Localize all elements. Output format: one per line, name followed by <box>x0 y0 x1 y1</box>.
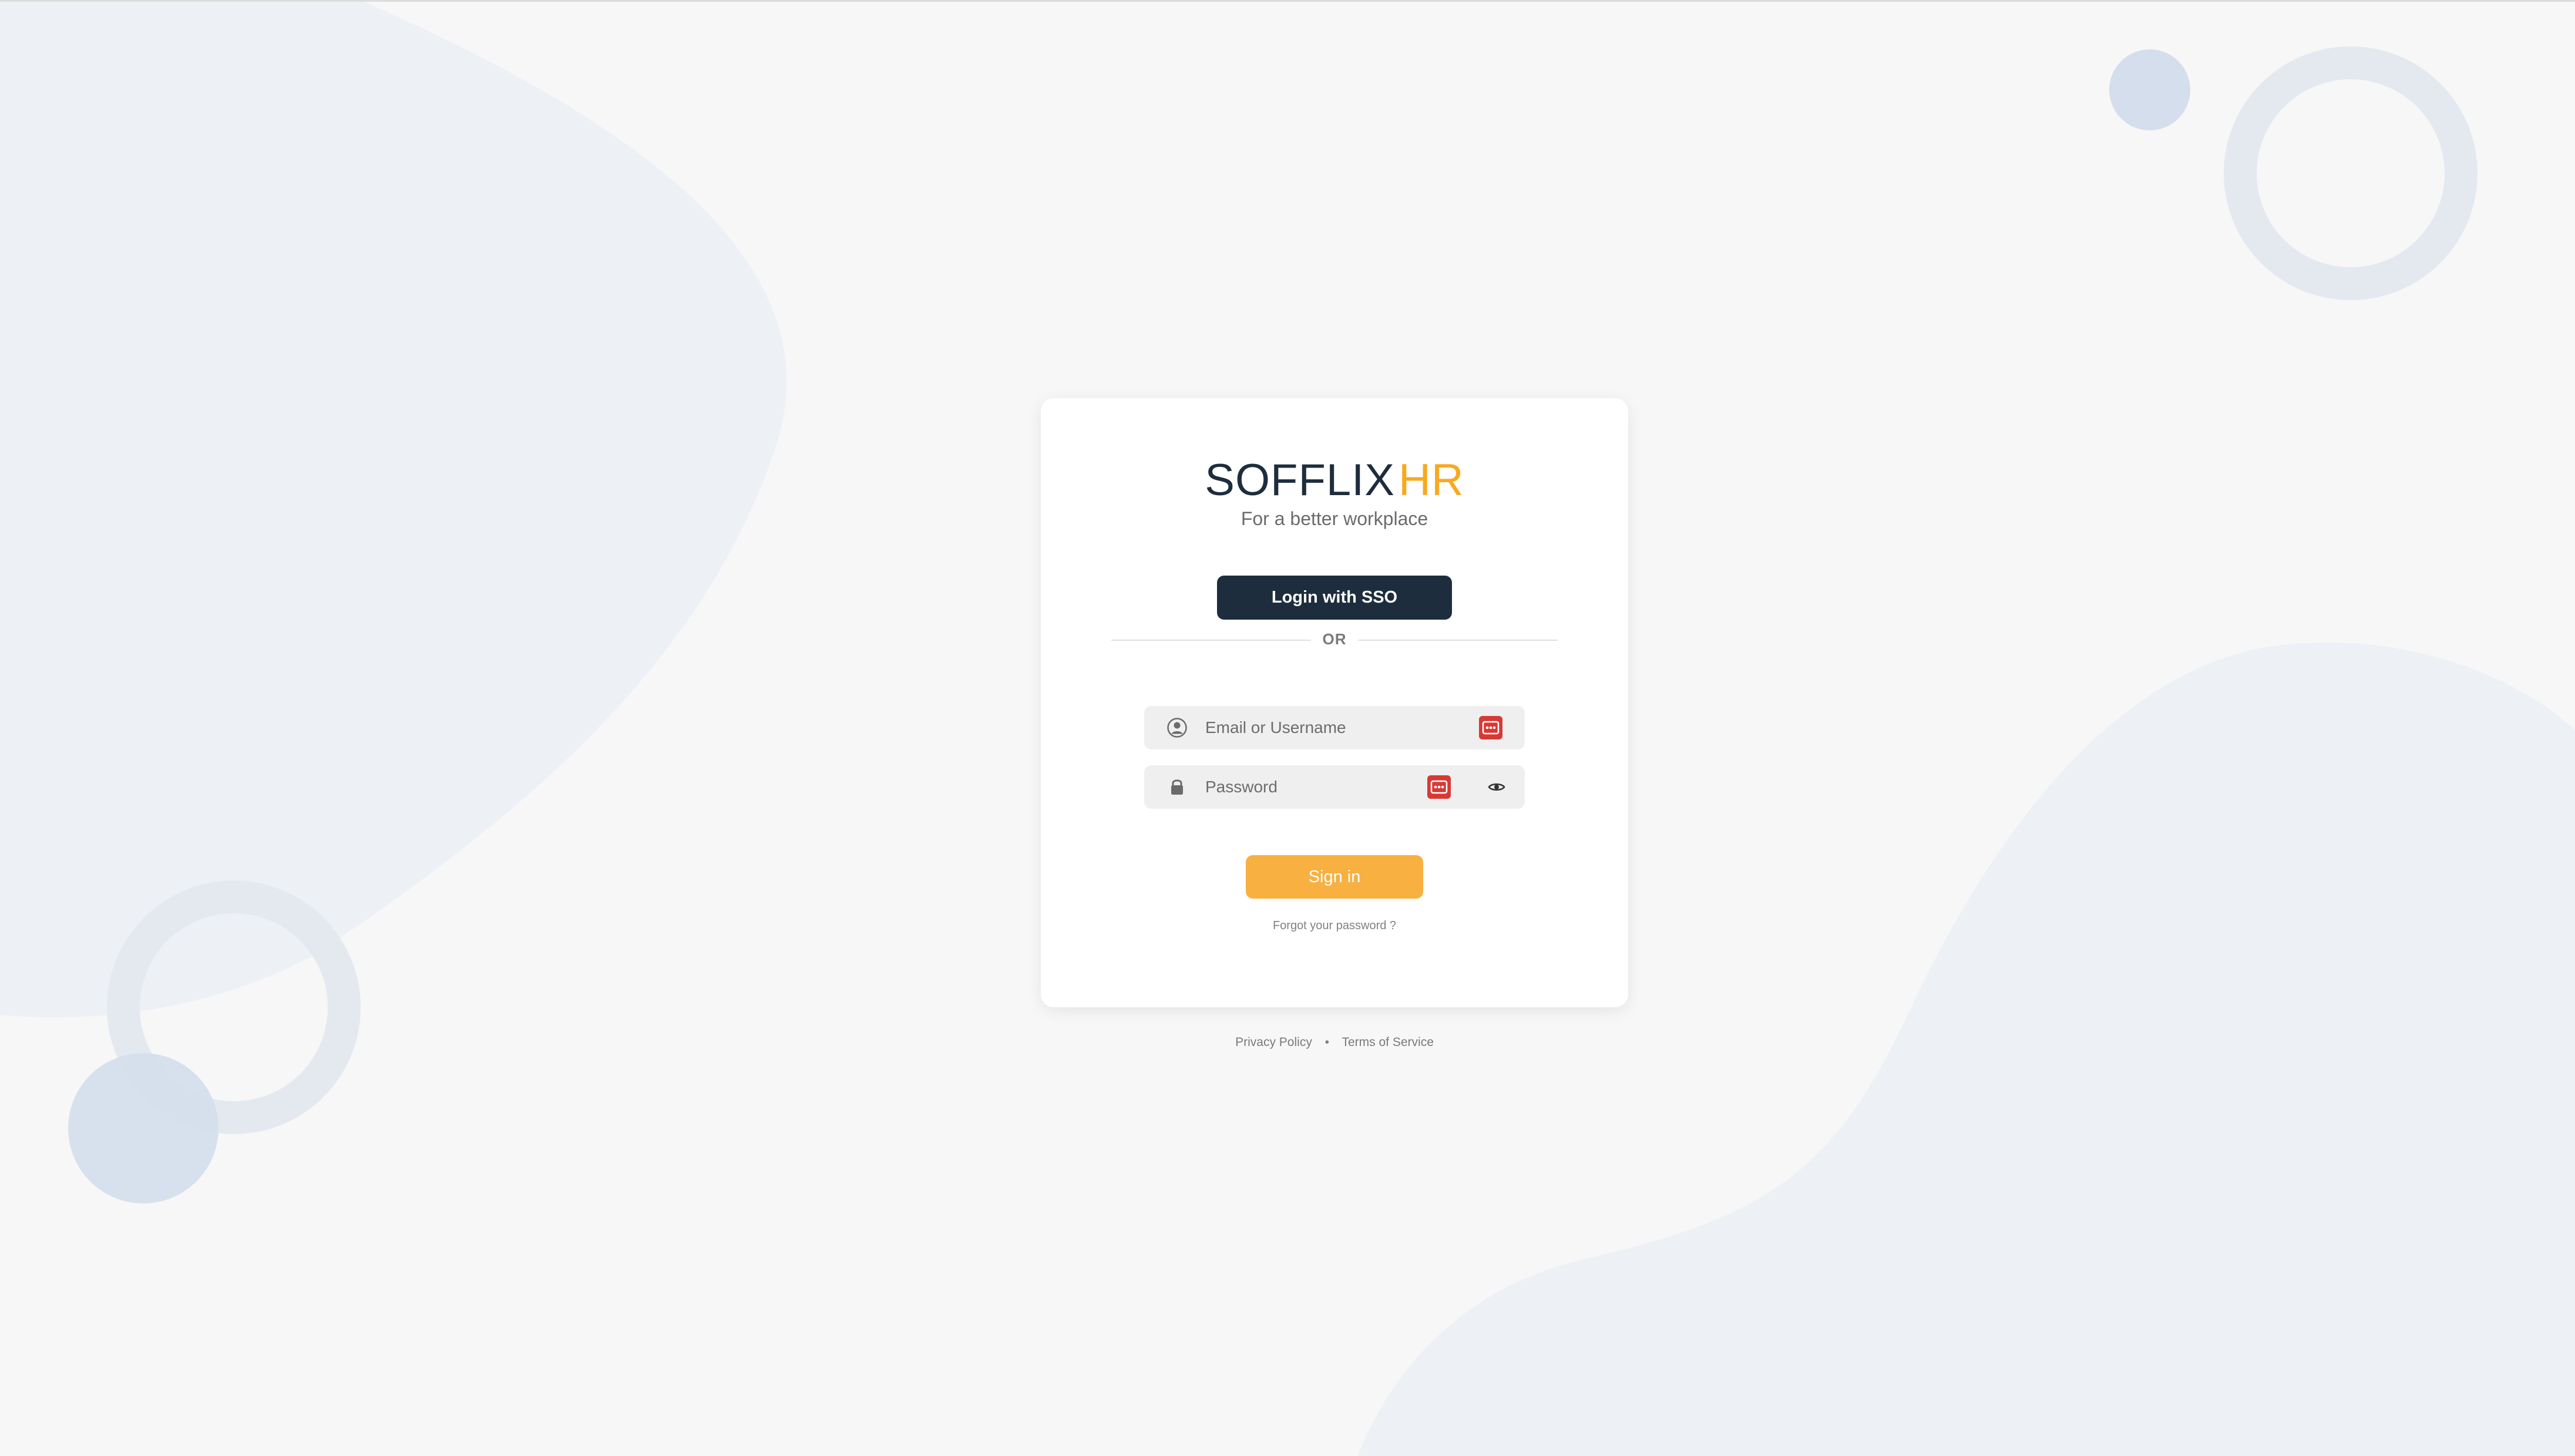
brand-logo: SOFFLIX HR <box>1205 457 1464 504</box>
logo-main-text: SOFFLIX <box>1205 455 1395 505</box>
privacy-policy-link[interactable]: Privacy Policy <box>1235 1035 1312 1049</box>
background-blob-top-left <box>0 2 787 1018</box>
sign-in-button[interactable]: Sign in <box>1246 855 1423 899</box>
terms-of-service-link[interactable]: Terms of Service <box>1342 1035 1434 1049</box>
footer-separator: • <box>1325 1035 1330 1049</box>
divider-line-right <box>1358 640 1558 641</box>
user-circle-icon <box>1167 718 1187 738</box>
password-input[interactable] <box>1205 765 1452 809</box>
forgot-password-link[interactable]: Forgot your password ? <box>1041 919 1628 933</box>
eye-icon[interactable] <box>1487 778 1506 796</box>
brand-tagline: For a better workplace <box>1241 508 1428 529</box>
dot-top-right <box>2109 49 2190 130</box>
username-field[interactable] <box>1144 706 1525 749</box>
login-card: SOFFLIX HR For a better workplace Login … <box>1041 398 1628 1007</box>
or-divider: OR <box>1111 621 1558 659</box>
username-input[interactable] <box>1205 706 1452 749</box>
login-page: SOFFLIX HR For a better workplace Login … <box>0 0 2575 1456</box>
password-field[interactable] <box>1144 765 1525 809</box>
ring-top-right <box>2224 46 2477 300</box>
login-with-sso-button[interactable]: Login with SSO <box>1217 576 1452 620</box>
lock-icon <box>1171 779 1183 795</box>
footer-links: Privacy Policy • Terms of Service <box>1041 1035 1628 1050</box>
password-manager-icon[interactable] <box>1479 716 1502 739</box>
dot-bottom-left <box>68 1053 218 1203</box>
password-manager-icon[interactable] <box>1427 775 1451 799</box>
logo-accent-text: HR <box>1398 455 1464 505</box>
